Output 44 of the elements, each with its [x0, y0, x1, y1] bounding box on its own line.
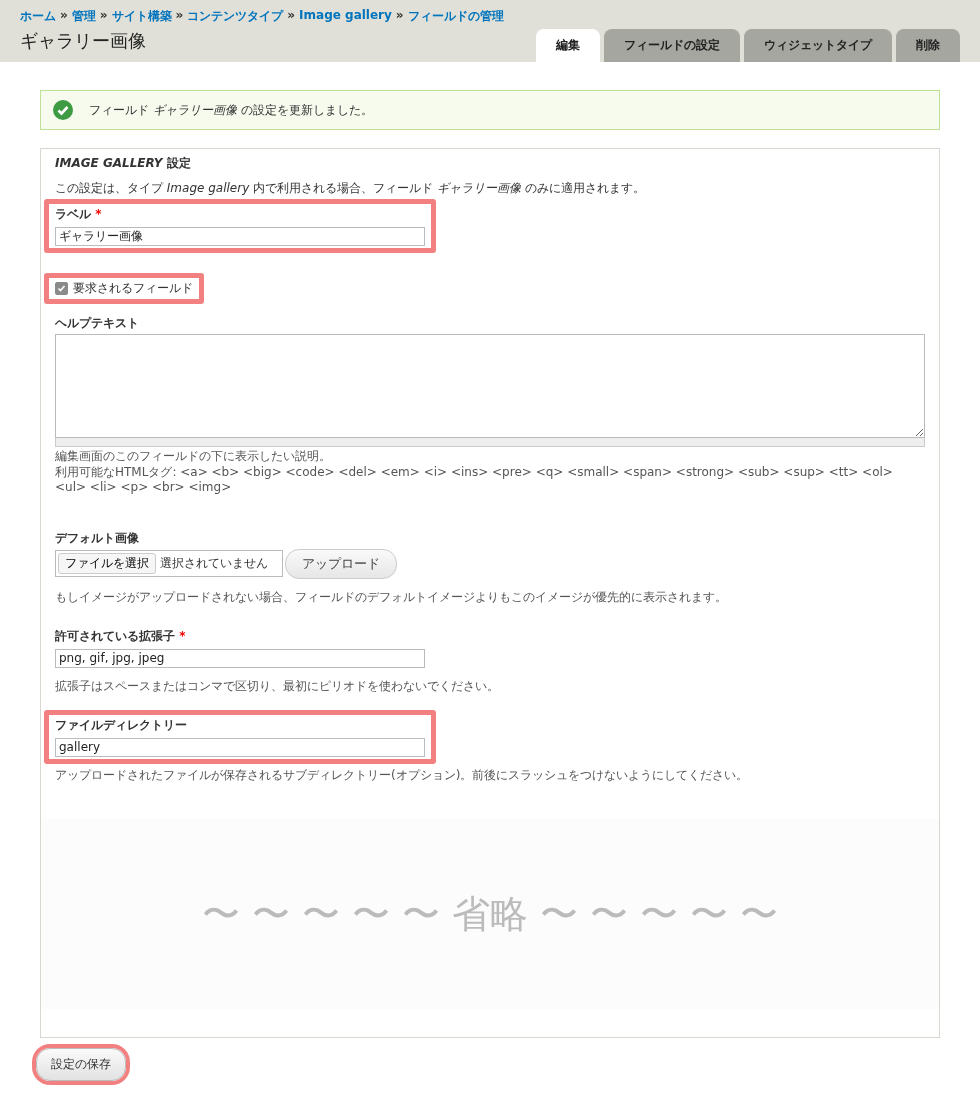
- text-field[interactable]: png, gif, jpg, jpeg: [55, 648, 425, 668]
- field-description: 編集画面のこのフィールドの下に表示したい説明。: [55, 449, 332, 465]
- choose-file-button[interactable]: ファイルを選択: [58, 553, 156, 575]
- tab[interactable]: フィールドの設定: [604, 29, 740, 62]
- breadcrumb-link[interactable]: ホーム: [20, 8, 56, 25]
- breadcrumb-link[interactable]: サイト構築: [111, 8, 172, 25]
- text-field[interactable]: gallery: [55, 737, 425, 757]
- status-message: フィールド ギャラリー画像 の設定を更新しました。: [89, 101, 373, 119]
- required-mark: *: [179, 629, 186, 644]
- file-input[interactable]: ファイルを選択 選択されていません: [55, 550, 283, 578]
- breadcrumb-separator: »: [60, 8, 68, 24]
- field-label: ファイルディレクトリー: [55, 718, 187, 733]
- breadcrumb-separator: »: [99, 8, 108, 24]
- help-text-area[interactable]: [55, 334, 925, 438]
- tab[interactable]: 編集: [536, 29, 600, 62]
- field-description: もしイメージがアップロードされない場合、フィールドのデフォルトイメージよりもこのイメージが優先的に表示されます。: [55, 589, 728, 606]
- tab[interactable]: ウィジェットタイプ: [744, 29, 892, 62]
- breadcrumb-link[interactable]: 管理: [71, 8, 96, 25]
- file-status: 選択されていません: [160, 555, 268, 573]
- checkbox[interactable]: [55, 282, 68, 295]
- page-title: ギャラリー画像: [20, 29, 146, 53]
- breadcrumb-separator: »: [395, 8, 404, 24]
- required-mark: *: [95, 207, 102, 221]
- breadcrumb-link[interactable]: コンテンツタイプ: [187, 8, 284, 25]
- omission-text: 〜 〜 〜 〜 〜 省略 〜 〜 〜 〜 〜: [201, 890, 779, 938]
- field-description: 拡張子はスペースまたはコンマで区切り、最初にピリオドを使わないでください。: [55, 678, 500, 695]
- checkmark-icon: [57, 284, 66, 293]
- field-label: デフォルト画像: [55, 530, 139, 545]
- field-label: 許可されている拡張子: [55, 629, 175, 644]
- breadcrumb-link[interactable]: Image gallery: [299, 8, 392, 25]
- fieldset-intro: この設定は、タイプ Image gallery 内で利用される場合、フィールド ギャラリー画像 のみに適用されます。: [55, 180, 646, 197]
- check-circle-icon: [53, 100, 73, 120]
- breadcrumb-separator: »: [287, 8, 296, 24]
- field-description: アップロードされたファイルが保存されるサブディレクトリー(オプション)。前後にスラッシュをつけないようにしてください。: [55, 767, 750, 784]
- fieldset-legend: IMAGE GALLERY 設定: [55, 155, 925, 172]
- upload-button[interactable]: アップロード: [285, 548, 397, 579]
- tab[interactable]: 削除: [896, 29, 960, 62]
- field-label: ヘルプテキスト: [55, 316, 139, 330]
- field-label: ラベル: [55, 207, 91, 221]
- breadcrumb-separator: »: [175, 8, 184, 24]
- field-description: 利用可能なHTMLタグ: <a> <b> <big> <code> <del> <em> <i> <ins> <pre> <q> <small> <span> <strong> <sub> <sup> <tt> <ol> <ul> <li> <p> <br> <img>: [55, 464, 894, 496]
- resize-handle[interactable]: [55, 438, 925, 447]
- breadcrumb-link[interactable]: フィールドの管理: [407, 8, 504, 25]
- text-field[interactable]: ギャラリー画像: [55, 227, 425, 246]
